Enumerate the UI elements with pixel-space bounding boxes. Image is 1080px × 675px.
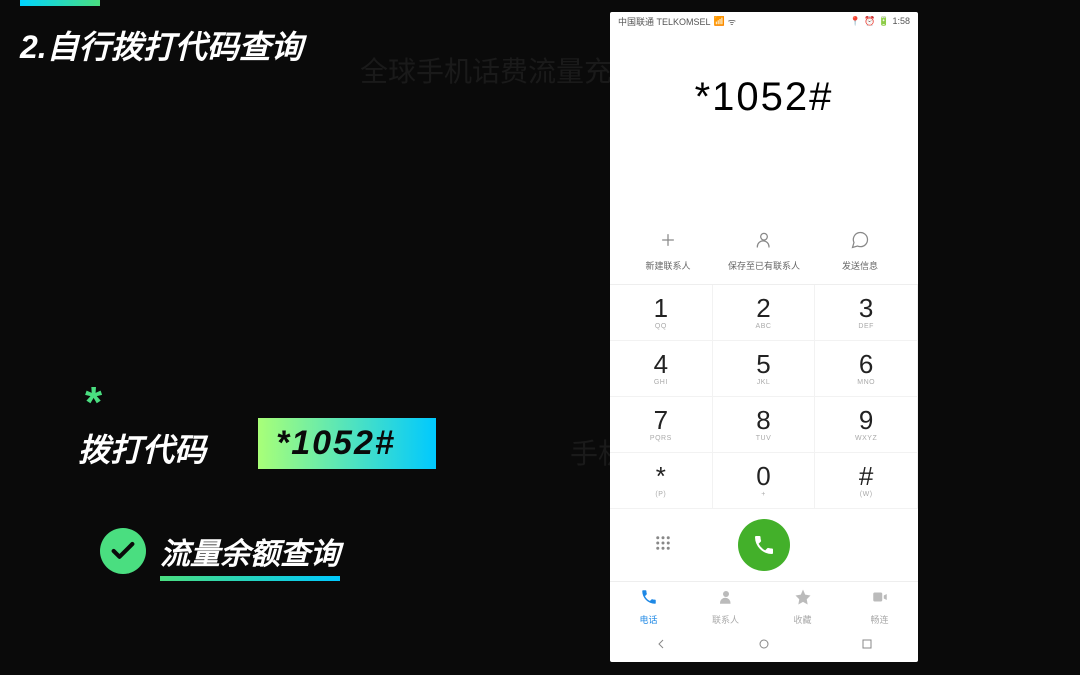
bottom-tabs: 电话 联系人 收藏 畅连 <box>610 581 918 630</box>
key-sub: TUV <box>756 435 772 442</box>
key-sub: ABC <box>756 323 772 330</box>
key-1[interactable]: 1 QQ <box>610 285 713 341</box>
key-digit: 4 <box>654 351 668 377</box>
video-icon <box>871 588 889 611</box>
key-digit: 6 <box>859 351 873 377</box>
tab-label: 畅连 <box>870 613 888 626</box>
tab-label: 收藏 <box>793 613 811 626</box>
key-5[interactable]: 5 JKL <box>713 341 816 397</box>
contact-actions: 新建联系人 保存至已有联系人 发送信息 <box>610 230 918 284</box>
key-digit: 3 <box>859 295 873 321</box>
dial-label: 拨打代码 <box>78 425 206 471</box>
key-0[interactable]: 0+ <box>713 453 816 509</box>
key-digit: 9 <box>859 407 873 433</box>
key-sub: DEF <box>858 323 874 330</box>
key-digit: 8 <box>756 407 770 433</box>
key-digit: 5 <box>756 351 770 377</box>
key-3[interactable]: 3 DEF <box>815 285 918 341</box>
action-label: 新建联系人 <box>645 259 690 272</box>
key-4[interactable]: 4 GHI <box>610 341 713 397</box>
plus-icon <box>658 230 678 255</box>
phone-mockup: 中国联通 TELKOMSEL 📶 ᯤ 📍 ⏰ 🔋 1:58 *1052# 新建联… <box>610 12 918 662</box>
key-sub: JKL <box>757 379 771 386</box>
key-7[interactable]: 7 PQRS <box>610 397 713 453</box>
key-sub: (W) <box>860 491 873 498</box>
battery-icon: 🔋 <box>878 16 889 27</box>
new-contact-button[interactable]: 新建联系人 <box>628 230 708 272</box>
tab-label: 联系人 <box>712 613 739 626</box>
key-2[interactable]: 2 ABC <box>713 285 816 341</box>
key-sub: PQRS <box>650 435 672 442</box>
tab-favorites[interactable]: 收藏 <box>773 588 833 626</box>
feature-text-label: 流量余额查询 <box>160 538 340 571</box>
key-sub: MNO <box>857 379 875 386</box>
key-6[interactable]: 6 MNO <box>815 341 918 397</box>
wifi-icon: ᯤ <box>728 15 736 28</box>
person-icon <box>754 230 774 255</box>
call-row <box>610 509 918 581</box>
tab-label: 电话 <box>639 613 657 626</box>
underline-decor <box>160 576 340 581</box>
key-8[interactable]: 8 TUV <box>713 397 816 453</box>
nav-home-button[interactable] <box>756 636 772 657</box>
key-9[interactable]: 9 WXYZ <box>815 397 918 453</box>
key-star[interactable]: * (P) <box>610 453 713 509</box>
action-label: 保存至已有联系人 <box>728 259 800 272</box>
key-hash[interactable]: # (W) <box>815 453 918 509</box>
key-digit: 1 <box>654 295 668 321</box>
key-digit: # <box>859 463 873 489</box>
android-navbar <box>610 630 918 662</box>
key-digit: 2 <box>756 295 770 321</box>
dial-code-highlight: *1052# <box>258 418 436 469</box>
save-contact-button[interactable]: 保存至已有联系人 <box>724 230 804 272</box>
send-message-button[interactable]: 发送信息 <box>820 230 900 272</box>
key-digit: 0 <box>756 463 770 489</box>
phone-icon <box>640 588 658 611</box>
action-label: 发送信息 <box>842 259 878 272</box>
section-heading: 2.自行拨打代码查询 <box>20 22 303 68</box>
dialed-number: *1052# <box>610 30 918 230</box>
feature-row: 流量余额查询 <box>100 528 340 574</box>
key-sub: QQ <box>655 323 667 330</box>
call-button[interactable] <box>738 519 790 571</box>
location-icon: 📍 <box>850 16 861 27</box>
alarm-icon: ⏰ <box>864 16 875 27</box>
carrier-label: 中国联通 TELKOMSEL <box>618 15 711 28</box>
key-digit: 7 <box>654 407 668 433</box>
key-sub: GHI <box>654 379 668 386</box>
clock-label: 1:58 <box>892 16 910 26</box>
signal-icon: 📶 <box>714 16 725 27</box>
nav-recent-button[interactable] <box>859 636 875 657</box>
check-icon <box>100 528 146 574</box>
contacts-icon <box>717 588 735 611</box>
message-icon <box>850 230 870 255</box>
dial-keypad: 1QQ 2ABC 3DEF 4GHI 5JKL 6MNO 7PQRS 8TUV … <box>610 284 918 509</box>
asterisk-icon: * <box>85 378 102 428</box>
keypad-toggle-icon[interactable] <box>654 534 672 557</box>
key-sub: (P) <box>655 491 666 498</box>
tab-meettime[interactable]: 畅连 <box>850 588 910 626</box>
key-digit: * <box>656 463 666 489</box>
star-icon <box>794 588 812 611</box>
status-bar: 中国联通 TELKOMSEL 📶 ᯤ 📍 ⏰ 🔋 1:58 <box>610 12 918 30</box>
key-sub: WXYZ <box>855 435 877 442</box>
nav-back-button[interactable] <box>653 636 669 657</box>
feature-text: 流量余额查询 <box>160 529 340 573</box>
key-sub: + <box>761 491 766 498</box>
tab-contacts[interactable]: 联系人 <box>696 588 756 626</box>
accent-bar <box>20 0 100 6</box>
tab-phone[interactable]: 电话 <box>619 588 679 626</box>
